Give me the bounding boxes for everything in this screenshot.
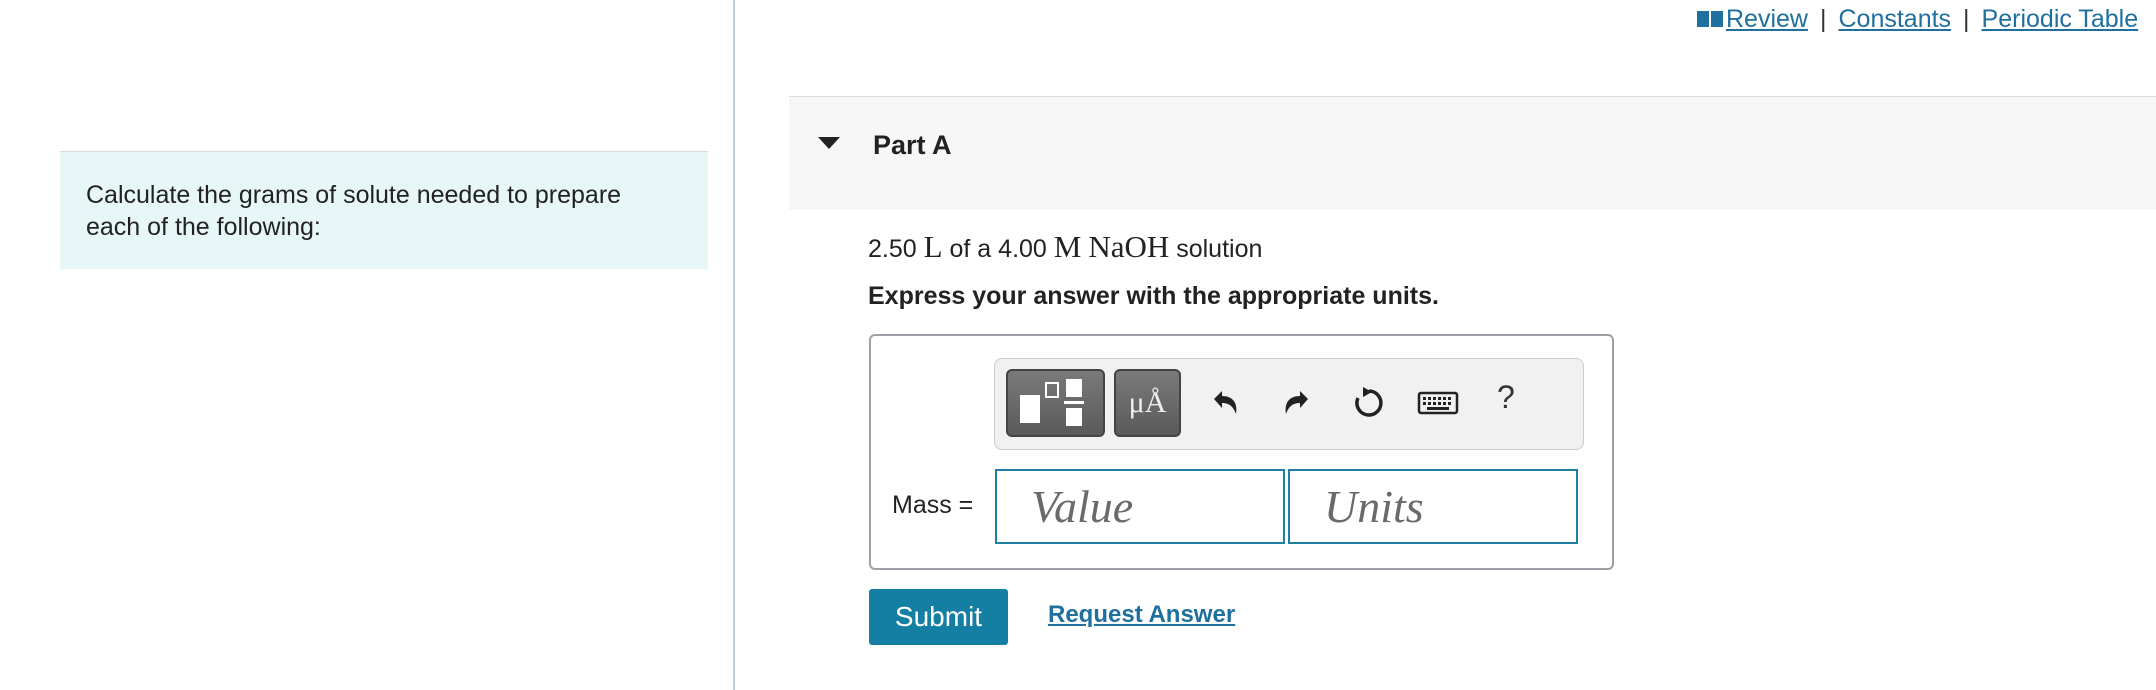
of-a-text: of a xyxy=(949,235,992,263)
help-button[interactable]: ? xyxy=(1497,379,1515,416)
left-pane: Calculate the grams of solute needed to … xyxy=(0,0,735,690)
part-a-header[interactable]: Part A xyxy=(789,96,2156,210)
keyboard-button[interactable] xyxy=(1415,383,1461,423)
intro-text: Calculate the grams of solute needed to … xyxy=(86,181,622,241)
reset-icon xyxy=(1355,387,1383,417)
book-icon xyxy=(1697,11,1723,27)
answer-box: μÅ ? Mass = Value Units xyxy=(869,334,1614,570)
mass-label: Mass = xyxy=(892,491,974,519)
review-link-label: Review xyxy=(1726,5,1808,33)
undo-button[interactable] xyxy=(1205,383,1245,423)
request-answer-link[interactable]: Request Answer xyxy=(1048,601,1235,629)
part-title: Part A xyxy=(873,130,952,160)
redo-icon xyxy=(1285,391,1308,414)
caret-down-icon[interactable] xyxy=(816,135,842,151)
units-symbols-button[interactable]: μÅ xyxy=(1114,369,1181,437)
page: Calculate the grams of solute needed to … xyxy=(0,0,2156,690)
redo-button[interactable] xyxy=(1277,383,1317,423)
instruction-text: Express your answer with the appropriate… xyxy=(868,282,1439,310)
volume-unit: L xyxy=(923,229,943,264)
solute-formula: NaOH xyxy=(1088,229,1170,264)
templates-icon xyxy=(1020,379,1084,426)
molarity-value: 4.00 xyxy=(998,235,1047,263)
volume-value: 2.50 xyxy=(868,235,917,263)
question-text: 2.50 L of a 4.00 M NaOH solution xyxy=(868,230,1262,266)
templates-button[interactable] xyxy=(1006,369,1105,437)
solution-text: solution xyxy=(1176,235,1263,263)
link-separator: | xyxy=(1819,5,1827,33)
reset-button[interactable] xyxy=(1349,383,1389,423)
units-input[interactable] xyxy=(1288,469,1578,544)
top-links: Review | Constants | Periodic Table xyxy=(1696,3,2138,35)
molarity-unit: M xyxy=(1053,229,1082,264)
equation-toolbar: μÅ ? xyxy=(994,358,1584,450)
link-separator: | xyxy=(1963,5,1970,33)
intro-box: Calculate the grams of solute needed to … xyxy=(60,151,708,269)
undo-icon xyxy=(1214,391,1237,414)
keyboard-icon xyxy=(1417,391,1459,415)
review-link[interactable]: Review xyxy=(1696,5,1808,33)
periodic-table-link[interactable]: Periodic Table xyxy=(1982,5,2139,33)
submit-button[interactable]: Submit xyxy=(869,589,1008,645)
constants-link[interactable]: Constants xyxy=(1838,5,1951,33)
value-input[interactable] xyxy=(995,469,1285,544)
